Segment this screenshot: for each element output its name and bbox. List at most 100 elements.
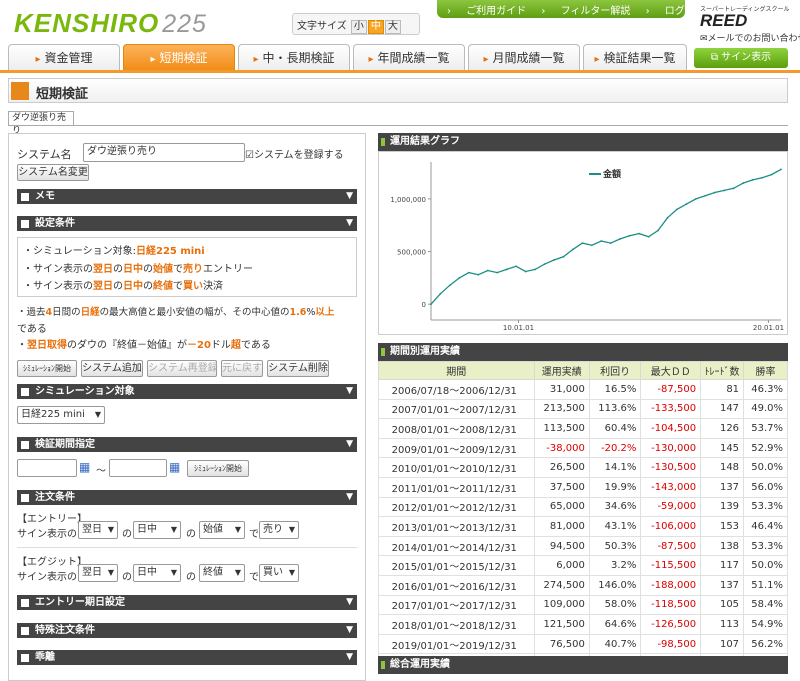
sim-start-button-2[interactable]: ｼﾐｭﾚｰｼｮﾝ開始 xyxy=(187,460,249,477)
logo-text: KENSHIRO xyxy=(14,8,160,38)
table-cell: -87,500 xyxy=(640,379,702,400)
section-period[interactable]: 検証期間指定 ▼ xyxy=(17,437,357,452)
tab-mid-long[interactable]: ▸ 中・長期検証 xyxy=(238,44,350,72)
entry-price-select[interactable]: 始値 ▼ xyxy=(199,521,245,539)
guide-link[interactable]: ご利用ガイド xyxy=(466,6,526,17)
data-point xyxy=(524,270,527,273)
table-cell: 2011/01/01～2011/12/31 xyxy=(378,476,535,498)
mail-link[interactable]: ✉メールでのお問い合わせ xyxy=(700,31,800,44)
column-header: 期間 xyxy=(378,361,535,380)
cond-highlight: 売り xyxy=(183,264,203,275)
data-point xyxy=(647,235,650,238)
table-cell: 148 xyxy=(700,457,745,478)
logoff-link[interactable]: ログオフ xyxy=(665,6,705,17)
calendar-icon[interactable]: ▦ xyxy=(79,460,90,474)
section-entry-day[interactable]: エントリー期日設定 ▼ xyxy=(17,595,357,610)
data-point xyxy=(449,284,451,287)
system-name-input[interactable]: ダウ逆張り売り xyxy=(83,143,245,162)
desc-text: ・ xyxy=(17,340,27,351)
section-departure[interactable]: 乖離 ▼ xyxy=(17,650,357,665)
column-header: 利回り xyxy=(588,361,642,380)
entry-side-select[interactable]: 売り ▼ xyxy=(259,521,299,539)
reed-brand: スーパートレーディングスクール REED ✉メールでのお問い合わせ xyxy=(700,4,800,44)
rename-system-button[interactable]: システム名変更 xyxy=(17,164,89,181)
exit-price-select[interactable]: 終値 ▼ xyxy=(199,564,245,582)
data-point xyxy=(638,232,641,235)
sign-display-button[interactable]: ⧉ サイン表示 xyxy=(694,48,788,68)
section-special[interactable]: 特殊注文条件 ▼ xyxy=(17,623,357,638)
table-cell: 126 xyxy=(700,418,745,439)
font-size-switcher: 文字サイズ 小中大 xyxy=(292,13,420,35)
table-cell: 43.1% xyxy=(588,516,642,537)
section-memo[interactable]: メモ ▼ xyxy=(17,189,357,204)
table-cell: 60.4% xyxy=(588,418,642,439)
bar-icon xyxy=(381,138,385,146)
tab-money[interactable]: ▸ 資金管理 xyxy=(8,44,120,72)
section-sim-target[interactable]: シミュレーション対象 ▼ xyxy=(17,384,357,399)
page-title-bar: 短期検証 xyxy=(8,78,788,103)
chevron-down-icon: ▼ xyxy=(346,439,353,449)
tab-label: 検証結果一覧 xyxy=(603,51,676,65)
tab-results[interactable]: ▸ 検証結果一覧 xyxy=(583,44,687,72)
re-register-button[interactable]: システム再登録 xyxy=(147,360,218,377)
register-checkbox[interactable]: ☑システムを登録する xyxy=(245,146,344,161)
exit-sign-text: サイン表示の xyxy=(17,572,77,583)
reed-logo[interactable]: REED xyxy=(700,12,796,29)
end-date-input[interactable] xyxy=(109,459,167,477)
exit-label: 【エグジット】 xyxy=(17,557,87,568)
font-size-small-button[interactable]: 小 xyxy=(350,20,367,34)
select-value: 日中 xyxy=(137,524,157,535)
logo[interactable]: KENSHIRO 225 xyxy=(14,8,207,39)
condition-1: ・シミュレーション対象:日経225 mini xyxy=(23,242,205,257)
entry-de: で xyxy=(249,529,259,540)
period-header: 期間別運用実績 xyxy=(378,343,788,361)
cond-text: 決済 xyxy=(203,281,223,292)
data-point xyxy=(628,234,631,237)
entry-session-select[interactable]: 日中 ▼ xyxy=(133,521,181,539)
tab-monthly[interactable]: ▸ 月間成績一覧 xyxy=(468,44,580,72)
tab-system[interactable]: ダウ逆張り売り xyxy=(8,111,74,136)
legend-label: 金額 xyxy=(602,168,621,180)
top-links: › ご利用ガイド › フィルター解説 › ログオフ xyxy=(437,0,705,18)
table-cell: 2017/01/01～2017/12/31 xyxy=(378,594,535,616)
table-header-row: 期間 運用実績 利回り 最大ＤＤ ﾄﾚｰﾄﾞ数 勝率 xyxy=(378,361,788,380)
sim-target-select[interactable]: 日経225 mini ▼ xyxy=(17,406,105,424)
table-cell: 81,000 xyxy=(533,516,590,537)
font-size-medium-button[interactable]: 中 xyxy=(367,20,384,34)
exit-side-select[interactable]: 買い ▼ xyxy=(259,564,299,582)
tab-label: 月間成績一覧 xyxy=(492,51,565,65)
divider xyxy=(17,547,357,548)
filter-link[interactable]: フィルター解説 xyxy=(561,6,631,17)
calendar-icon[interactable]: ▦ xyxy=(169,460,180,474)
font-size-large-button[interactable]: 大 xyxy=(384,20,401,34)
table-row: 2019/01/01～2019/12/31 76,500 40.7% -98,500 1… xyxy=(378,633,788,655)
delete-system-button[interactable]: システム削除 xyxy=(267,360,329,377)
select-value: 売り xyxy=(263,524,283,535)
exit-session-select[interactable]: 日中 ▼ xyxy=(133,564,181,582)
data-point xyxy=(534,268,536,271)
tab-short-term[interactable]: ▸ 短期検証 xyxy=(123,44,235,72)
table-cell: -133,500 xyxy=(640,398,702,420)
desc-highlight: 以上 xyxy=(315,307,335,318)
section-settings[interactable]: 設定条件 ▼ xyxy=(17,216,357,231)
table-cell: 146.0% xyxy=(588,574,642,596)
bar-icon xyxy=(381,348,385,356)
tab-annual[interactable]: ▸ 年間成績一覧 xyxy=(353,44,465,72)
table-cell: 137 xyxy=(700,574,745,596)
sim-start-button[interactable]: ｼﾐｭﾚｰｼｮﾝ開始 xyxy=(17,360,77,377)
exit-day-select[interactable]: 翌日 ▼ xyxy=(78,564,118,582)
section-order[interactable]: 注文条件 ▼ xyxy=(17,490,357,505)
add-system-button[interactable]: システム追加 xyxy=(81,360,143,377)
table-cell: 2009/01/01～2009/12/31 xyxy=(378,437,535,459)
undo-button[interactable]: 元に戻す xyxy=(221,360,263,377)
table-cell: 2008/01/01～2008/12/31 xyxy=(378,418,535,439)
entry-day-select[interactable]: 翌日 ▼ xyxy=(78,521,118,539)
chevron-icon: › xyxy=(645,6,650,17)
mail-link-label: メールでのお問い合わせ xyxy=(707,34,800,44)
chevron-down-icon: ▼ xyxy=(234,525,241,534)
table-cell: 50.0% xyxy=(743,457,788,478)
logo-number: 225 xyxy=(162,10,207,38)
page-title: 短期検証 xyxy=(36,87,89,102)
start-date-input[interactable] xyxy=(17,459,77,477)
table-cell: 56.2% xyxy=(743,633,788,655)
